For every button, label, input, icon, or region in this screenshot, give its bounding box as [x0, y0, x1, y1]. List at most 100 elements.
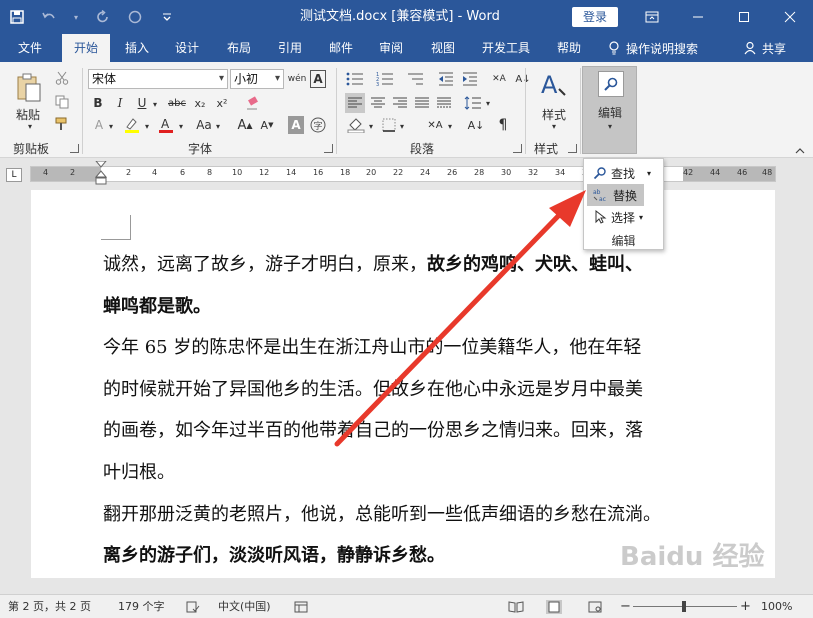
- enclose-char-icon[interactable]: 字: [309, 116, 327, 134]
- show-marks-icon[interactable]: ¶: [494, 116, 512, 134]
- font-size-combo[interactable]: 小初 ▾: [230, 69, 284, 89]
- char-shading-icon[interactable]: A: [288, 116, 304, 134]
- strikethrough-icon[interactable]: abc: [166, 94, 188, 112]
- tab-references[interactable]: 引用: [268, 34, 312, 62]
- cut-icon[interactable]: [54, 70, 70, 86]
- chinese-layout-icon[interactable]: ✕A: [488, 70, 510, 88]
- multilevel-list-icon[interactable]: [404, 70, 426, 88]
- circle-icon[interactable]: [126, 8, 144, 26]
- char-border-icon[interactable]: A: [310, 70, 326, 88]
- text-effects-icon[interactable]: A: [90, 116, 108, 134]
- text-direction-icon[interactable]: A↓: [466, 116, 486, 134]
- decrease-indent-icon[interactable]: [436, 70, 456, 88]
- format-painter-icon[interactable]: [54, 116, 70, 132]
- tell-me-search[interactable]: 操作说明搜索: [608, 34, 698, 62]
- shading-dropdown-icon[interactable]: ▾: [367, 118, 375, 134]
- copy-icon[interactable]: [54, 94, 70, 110]
- tab-view[interactable]: 视图: [421, 34, 465, 62]
- bullets-icon[interactable]: [344, 70, 366, 88]
- select-menu-item[interactable]: 选择 ▾: [587, 206, 661, 228]
- zoom-out-icon[interactable]: −: [620, 595, 631, 618]
- doc-line[interactable]: 的画卷，如今年过半百的他带着自己的一份思乡之情归来。回来，落: [103, 416, 643, 442]
- find-dropdown-icon[interactable]: ▾: [647, 169, 651, 178]
- share-button[interactable]: 共享: [744, 34, 786, 62]
- save-icon[interactable]: [8, 8, 26, 26]
- proofing-icon[interactable]: [186, 595, 200, 618]
- web-layout-icon[interactable]: [588, 595, 602, 618]
- borders-icon[interactable]: [380, 116, 398, 134]
- asian-layout-icon[interactable]: ✕A: [424, 116, 446, 134]
- subscript-icon[interactable]: x₂: [191, 94, 209, 112]
- doc-line[interactable]: 叶归根。: [103, 458, 175, 484]
- shading-icon[interactable]: [345, 116, 367, 134]
- grow-font-icon[interactable]: A ▲: [236, 116, 254, 134]
- tab-home[interactable]: 开始: [62, 34, 110, 62]
- tab-selector[interactable]: L: [6, 168, 22, 182]
- doc-line[interactable]: 翻开那册泛黄的老照片，他说，总能听到一些低声细语的乡愁在流淌。: [103, 500, 661, 526]
- doc-line[interactable]: 离乡的游子们，淡淡听风语，静静诉乡愁。: [103, 541, 445, 567]
- horizontal-ruler[interactable]: 4 2 2 4 6 8 10 12 14 16 18 20 22 24 26 2…: [30, 161, 776, 185]
- vertical-scrollbar[interactable]: [796, 190, 813, 594]
- maximize-icon[interactable]: [721, 0, 767, 34]
- tab-developer[interactable]: 开发工具: [476, 34, 536, 62]
- highlight-dropdown-icon[interactable]: ▾: [143, 118, 151, 134]
- styles-dropdown-icon[interactable]: ▾: [549, 122, 559, 131]
- font-color-icon[interactable]: A: [156, 116, 176, 134]
- undo-icon[interactable]: [40, 8, 58, 26]
- page-count[interactable]: 第 2 页，共 2 页: [8, 595, 91, 618]
- print-layout-icon[interactable]: [546, 595, 562, 618]
- superscript-icon[interactable]: x²: [213, 94, 231, 112]
- paste-icon[interactable]: [14, 72, 44, 104]
- zoom-slider-thumb[interactable]: [682, 601, 686, 612]
- doc-line[interactable]: 的时候就开始了异国他乡的生活。但故乡在他心中永远是岁月中最美: [103, 375, 643, 401]
- change-case-icon[interactable]: Aa: [192, 116, 216, 134]
- align-right-icon[interactable]: [390, 93, 410, 113]
- change-case-dropdown-icon[interactable]: ▾: [214, 118, 222, 134]
- tab-help[interactable]: 帮助: [548, 34, 590, 62]
- undo-dropdown-icon[interactable]: ▾: [72, 8, 80, 26]
- tab-insert[interactable]: 插入: [116, 34, 158, 62]
- borders-dropdown-icon[interactable]: ▾: [398, 118, 406, 134]
- zoom-in-icon[interactable]: +: [740, 595, 751, 618]
- font-name-dropdown-icon[interactable]: ▾: [219, 70, 224, 88]
- tab-mailings[interactable]: 邮件: [320, 34, 362, 62]
- asian-layout-dropdown-icon[interactable]: ▾: [446, 118, 454, 134]
- zoom-level[interactable]: 100%: [761, 595, 792, 618]
- indent-marker-icon[interactable]: [95, 161, 107, 187]
- styles-icon[interactable]: A: [538, 70, 568, 100]
- underline-dropdown-icon[interactable]: ▾: [151, 95, 159, 113]
- font-launcher-icon[interactable]: [324, 144, 333, 153]
- paste-label[interactable]: 粘贴: [16, 106, 40, 123]
- tab-design[interactable]: 设计: [166, 34, 208, 62]
- word-count[interactable]: 179 个字: [118, 595, 165, 618]
- find-menu-item[interactable]: 查找 ▾: [587, 162, 661, 184]
- login-button[interactable]: 登录: [572, 7, 618, 27]
- align-left-icon[interactable]: [345, 93, 365, 113]
- underline-icon[interactable]: U: [134, 94, 150, 112]
- font-color-dropdown-icon[interactable]: ▾: [177, 118, 185, 134]
- close-icon[interactable]: [767, 0, 813, 34]
- align-center-icon[interactable]: [368, 93, 388, 113]
- bold-icon[interactable]: B: [90, 94, 106, 112]
- clipboard-launcher-icon[interactable]: [70, 144, 79, 153]
- styles-label[interactable]: 样式: [542, 106, 566, 123]
- doc-line[interactable]: 今年 65 岁的陈忠怀是出生在浙江舟山市的一位美籍华人，他在年轻: [103, 333, 641, 359]
- language-indicator[interactable]: 中文(中国): [218, 595, 271, 618]
- line-spacing-dropdown-icon[interactable]: ▾: [484, 95, 492, 111]
- minimize-icon[interactable]: [675, 0, 721, 34]
- italic-icon[interactable]: I: [112, 94, 128, 112]
- tab-layout[interactable]: 布局: [218, 34, 260, 62]
- numbering-icon[interactable]: 123: [374, 70, 396, 88]
- replace-menu-item[interactable]: ab ac 替换: [587, 184, 644, 206]
- ribbon-display-options-icon[interactable]: [629, 0, 675, 34]
- redo-icon[interactable]: [94, 8, 112, 26]
- clear-formatting-icon[interactable]: [244, 94, 262, 112]
- collapse-ribbon-icon[interactable]: [795, 146, 805, 157]
- phonetic-guide-icon[interactable]: wén: [288, 70, 307, 88]
- tab-file[interactable]: 文件: [8, 34, 52, 62]
- macro-record-icon[interactable]: [294, 595, 308, 618]
- paste-dropdown-icon[interactable]: ▾: [25, 122, 35, 131]
- doc-line[interactable]: 诚然，远离了故乡，游子才明白，原来，故乡的鸡鸣、犬吠、蛙叫、: [103, 250, 643, 276]
- highlight-icon[interactable]: [122, 116, 142, 134]
- line-spacing-icon[interactable]: [462, 93, 484, 113]
